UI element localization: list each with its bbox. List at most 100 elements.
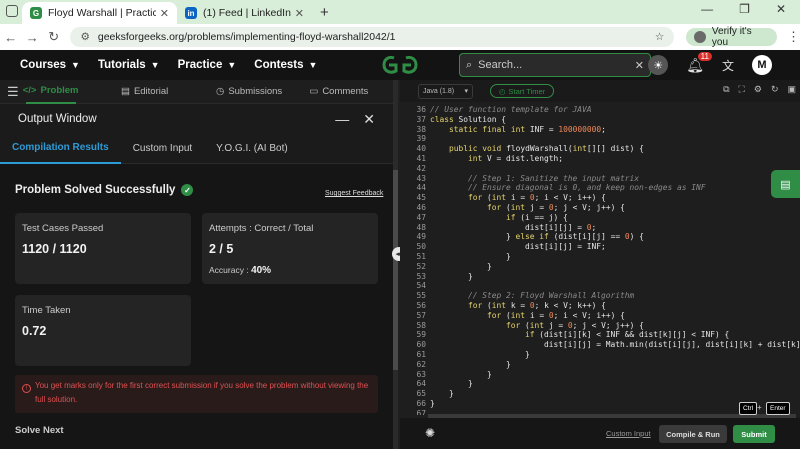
tab-custom-input[interactable]: Custom Input [121,134,204,164]
submit-button[interactable]: Submit [733,425,775,443]
left-panel: ☰ </> Problem ▤ Editorial ◷ Submissions ▭ Co… [0,80,393,449]
maximize-icon[interactable]: ❐ [739,2,750,16]
line-number: 44 [416,183,426,193]
notification-bell-icon[interactable]: 🔔︎ 11 [686,51,712,74]
line-number: 64 [416,379,426,389]
time-taken-card: Time Taken 0.72 [15,295,191,366]
scrollbar-thumb[interactable] [393,170,398,370]
close-window-icon[interactable]: ✕ [776,2,786,16]
line-number: 42 [416,163,426,173]
tab-editorial[interactable]: ▤ Editorial [76,86,214,97]
suggest-feedback-link[interactable]: Suggest Feedback [325,190,383,197]
clock-icon: ◷ [216,86,225,97]
chevron-down-icon: ▼ [150,60,160,70]
reload-icon[interactable]: ↻ [43,29,64,45]
code-icon: </> [22,85,37,96]
kbd-ctrl: Ctrl [739,402,758,415]
book-icon: ▤ [120,86,130,97]
code-line: if (i == j) { [506,212,568,222]
card-label: Attempts : Correct / Total [209,223,314,234]
nav-courses[interactable]: Courses ▼ [20,59,80,71]
browser-menu-icon[interactable]: ⋮ [787,29,800,45]
kbd-plus: + [757,403,762,412]
compile-run-button[interactable]: Compile & Run [659,425,727,443]
tab-problem[interactable]: </> Problem [22,80,79,104]
theme-toggle-icon[interactable]: ☀ [648,55,669,75]
close-output-icon[interactable]: ✕ [363,111,375,128]
close-tab-icon[interactable]: ✕ [160,7,169,20]
warning-icon: ! [22,384,31,393]
tab-yogi-ai-bot[interactable]: Y.O.G.I. (AI Bot) [204,134,300,164]
left-panel-scrollbar[interactable] [393,80,398,449]
clear-search-icon[interactable]: ✕ [635,59,644,72]
line-number: 39 [416,134,426,144]
code-line: } else if (dist[i][j] == 0) { [430,232,644,242]
tab-submissions[interactable]: ◷ Submissions [214,86,285,97]
code-line: for (int j = 0; j < V; j++) { [487,203,625,212]
card-value: 2 / 5 [209,242,234,256]
tab-compilation-results[interactable]: Compilation Results [0,134,121,164]
chevron-down-icon: ▾ [464,88,468,95]
fullscreen-icon[interactable]: ⛶ [739,84,745,95]
language-select[interactable]: Java (1.8) ▾ [418,83,473,99]
profile-icon [694,31,706,43]
tab-comments[interactable]: ▭ Comments [285,86,393,97]
nav-practice[interactable]: Practice ▼ [178,59,237,71]
nav-contests[interactable]: Contests ▼ [254,59,317,71]
line-number: 38 [416,124,426,134]
bookmark-star-icon[interactable]: ☆ [655,31,664,43]
line-number: 56 [416,301,426,310]
line-number: 57 [416,310,426,320]
start-timer-button[interactable]: ◴ Start Timer [490,84,555,98]
browser-tab-linkedin[interactable]: in (1) Feed | LinkedIn ✕ [177,2,312,24]
avatar[interactable]: M [752,55,772,75]
tab-search-icon[interactable] [6,5,18,17]
browser-tab-gfg[interactable]: G Floyd Warshall | Practice | Geeks ✕ [22,2,177,24]
minimize-icon[interactable]: — [701,2,713,16]
code-line: dist[i][j] = 0; [430,222,597,232]
browser-tab-bar: G Floyd Warshall | Practice | Geeks ✕ in… [0,0,800,24]
chevron-down-icon: ▼ [71,60,80,70]
code-line: class Solution { [430,114,507,124]
line-number: 62 [416,359,426,369]
editor-actions: ⧉ ⛶ ⚙ ↻ ▣ [723,84,796,95]
line-number: 52 [416,261,426,271]
url-field[interactable]: ⚙ geeksforgeeks.org/problems/implementin… [70,27,675,47]
verify-button[interactable]: Verify it's you [686,26,778,48]
close-tab-icon[interactable]: ✕ [295,7,304,20]
hint-bulb-icon[interactable]: ✺ [425,426,435,440]
line-number: 50 [416,242,426,252]
line-number: 54 [416,281,426,291]
main-nav: Courses ▼ Tutorials ▼ Practice ▼ Contests ▼ [20,59,317,71]
code-line: } [430,261,492,271]
address-bar: ← → ↻ ⚙ geeksforgeeks.org/problems/imple… [0,24,800,50]
gfg-search-input[interactable]: ⌕ Search... ✕ [459,53,651,77]
custom-input-link[interactable]: Custom Input [606,429,651,438]
line-number: 59 [416,330,426,340]
code-area[interactable]: 36 // User function template for JAVA 37 cl… [400,102,800,415]
back-icon[interactable]: ← [0,30,21,45]
forward-icon[interactable]: → [21,30,42,45]
code-line: if (dist[i][k] < INF && dist[k][j] < INF… [525,330,730,340]
copy-icon[interactable]: ⧉ [723,84,729,95]
solve-next-heading: Solve Next [15,425,64,436]
new-tab-button[interactable]: + [312,4,337,24]
translate-icon[interactable]: 文 [722,57,734,74]
line-number: 60 [416,340,426,350]
nav-tutorials[interactable]: Tutorials ▼ [98,59,160,71]
tab-title: (1) Feed | LinkedIn [203,7,291,19]
search-icon: ⌕ [466,58,473,71]
reset-icon[interactable]: ↻ [771,84,779,95]
timer-label: Start Timer [508,86,546,96]
gfg-logo[interactable] [381,54,419,76]
site-info-icon[interactable]: ⚙ [80,31,89,43]
chat-feedback-icon[interactable]: ▤ [771,170,800,198]
chevron-down-icon: ▼ [227,60,237,70]
line-number: 36 [416,105,426,114]
expand-icon[interactable]: ▣ [787,84,796,95]
code-line: static final int INF = 100000000; [449,124,606,134]
minimize-output-icon[interactable]: — [335,111,349,127]
settings-icon[interactable]: ⚙ [754,84,762,95]
card-value: 1120 / 1120 [22,242,87,256]
line-number: 47 [416,212,426,222]
